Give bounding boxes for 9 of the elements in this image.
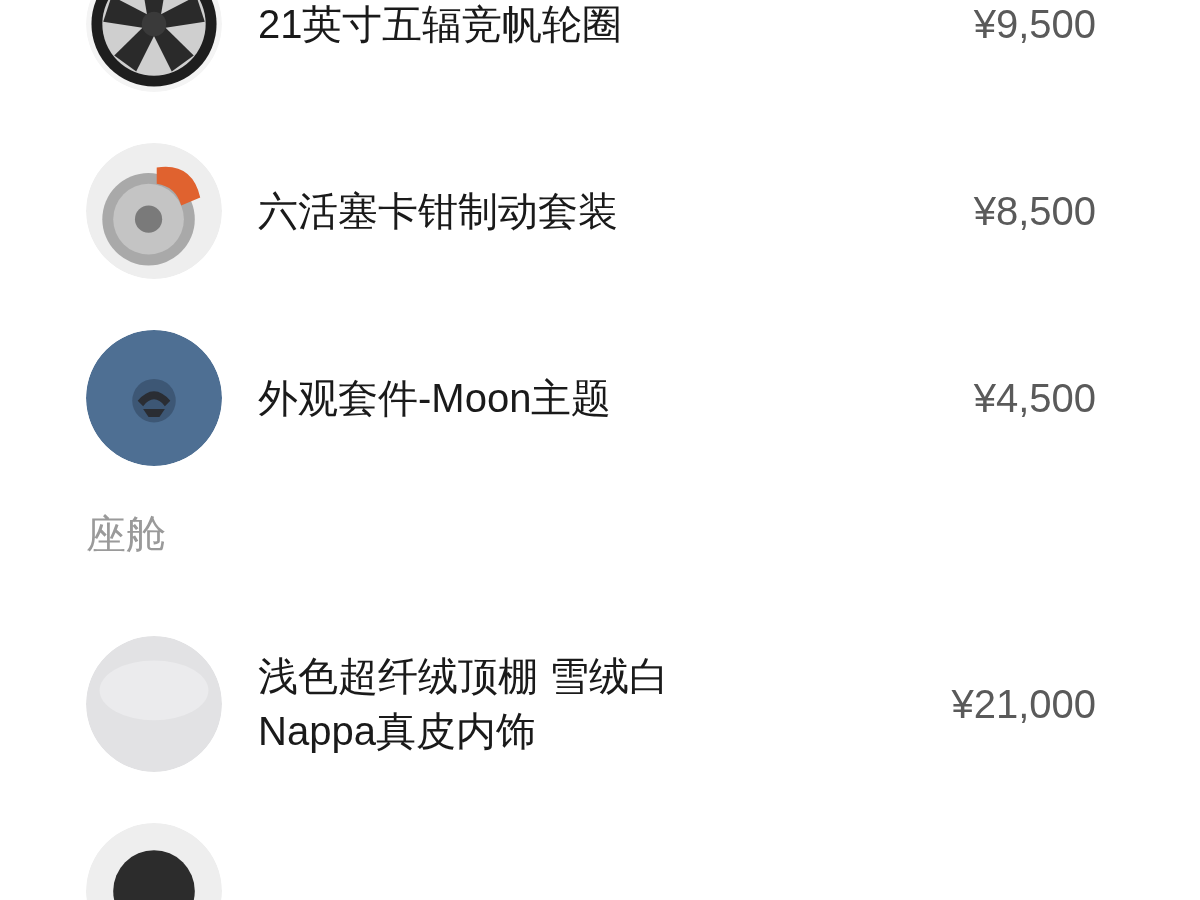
product-name: 外观套件-Moon主题 bbox=[258, 374, 612, 422]
product-price: ¥4,500 bbox=[973, 374, 1096, 422]
product-price: ¥21,000 bbox=[951, 680, 1096, 728]
section-title: 座舱 bbox=[86, 511, 167, 558]
product-name: 六活塞卡钳制动套装 bbox=[258, 187, 618, 235]
product-name: 21英寸五辐竞帆轮圈 bbox=[258, 0, 623, 48]
product-price: ¥8,500 bbox=[973, 187, 1096, 235]
product-price: ¥9,500 bbox=[973, 0, 1096, 48]
product-name: 浅色超纤绒顶棚 雪绒白 Nappa真皮内饰 bbox=[258, 653, 671, 755]
